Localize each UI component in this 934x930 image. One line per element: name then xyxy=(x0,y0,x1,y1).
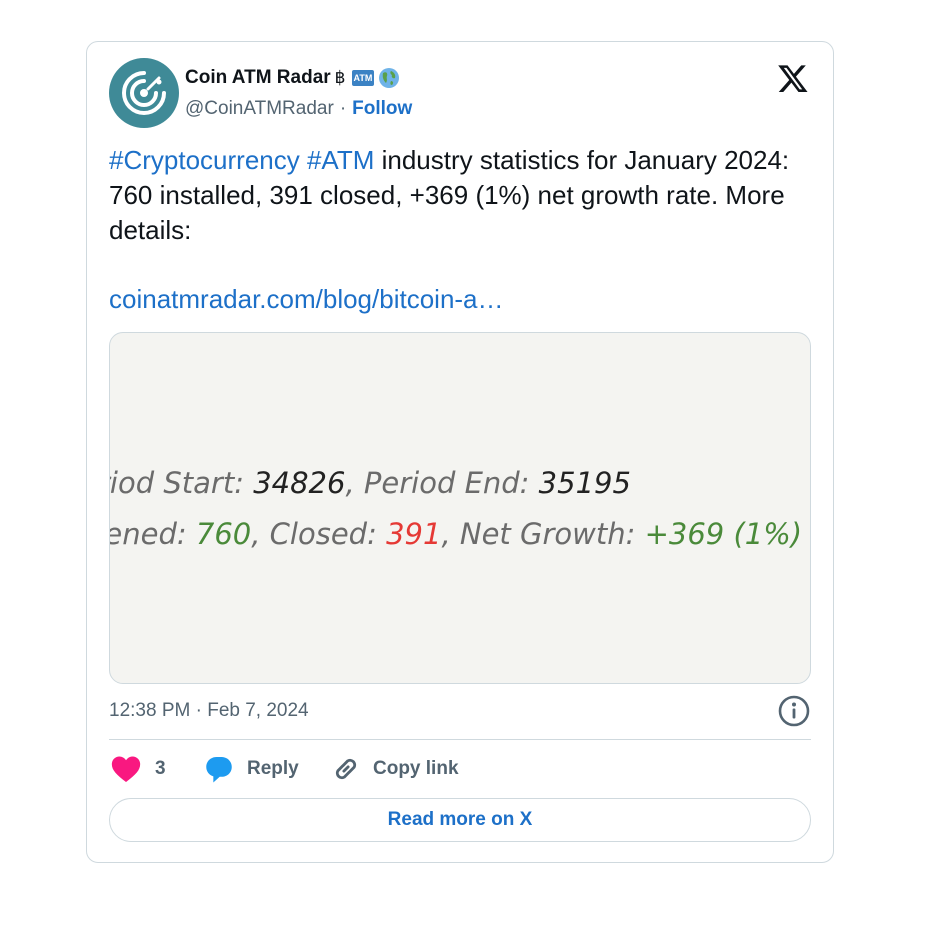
period-end-value: 35195 xyxy=(538,466,631,500)
like-button[interactable]: 3 xyxy=(109,752,201,786)
avatar[interactable] xyxy=(109,58,179,128)
net-growth-value: +369 (1%) xyxy=(644,517,803,551)
author-name[interactable]: Coin ATM Radar xyxy=(185,67,331,89)
like-count: 3 xyxy=(155,758,166,779)
media-line-period: riod Start: 34826, Period End: 35195 xyxy=(109,466,631,500)
info-icon[interactable] xyxy=(777,694,811,728)
bitcoin-symbol: ฿ xyxy=(334,68,346,87)
period-start-value: 34826 xyxy=(253,466,346,500)
read-more-button[interactable]: Read more on X xyxy=(109,798,811,842)
closed-label: , Closed: xyxy=(251,517,387,551)
x-logo-icon[interactable] xyxy=(777,62,809,94)
tweet-text: #Cryptocurrency #ATM industry statistics… xyxy=(109,143,814,248)
heart-icon xyxy=(111,756,141,783)
copy-link-label: Copy link xyxy=(373,758,459,779)
author-handle-row: @CoinATMRadar · Follow xyxy=(185,97,412,121)
reply-label: Reply xyxy=(247,758,299,779)
opened-value: 760 xyxy=(195,517,252,551)
globe-icon xyxy=(379,68,400,88)
link-icon xyxy=(335,758,357,780)
separator-dot: · xyxy=(339,98,347,119)
hashtag-cryptocurrency[interactable]: #Cryptocurrency xyxy=(109,145,300,175)
period-start-label: riod Start: xyxy=(109,466,254,500)
article-link[interactable]: coinatmradar.com/blog/bitcoin-a… xyxy=(109,282,504,317)
action-bar: 3 Reply Copy link xyxy=(109,751,459,787)
tweet-card: Coin ATM Radar ฿ ATM @CoinATMRadar · Fol… xyxy=(86,41,834,863)
tweet-media-image[interactable]: riod Start: 34826, Period End: 35195 pen… xyxy=(109,332,811,684)
copy-link-button[interactable]: Copy link xyxy=(329,752,459,786)
follow-button[interactable]: Follow xyxy=(352,98,412,120)
divider xyxy=(109,739,811,740)
coin-atm-radar-logo-icon xyxy=(122,71,166,115)
period-end-label: , Period End: xyxy=(345,466,539,500)
author-handle[interactable]: @CoinATMRadar xyxy=(185,98,334,120)
media-line-growth: pened: 760, Closed: 391, Net Growth: +36… xyxy=(110,517,803,551)
atm-emoji-icon: ATM xyxy=(351,70,375,86)
author-name-row: Coin ATM Radar ฿ ATM xyxy=(185,65,400,91)
reply-bubble-icon xyxy=(206,756,232,783)
opened-label: pened: xyxy=(110,517,187,551)
hashtag-atm[interactable]: #ATM xyxy=(307,145,374,175)
tweet-timestamp[interactable]: 12:38 PM · Feb 7, 2024 xyxy=(109,700,309,722)
reply-button[interactable]: Reply xyxy=(201,752,329,786)
closed-value: 391 xyxy=(386,517,442,551)
net-growth-label: , Net Growth: xyxy=(441,517,645,551)
